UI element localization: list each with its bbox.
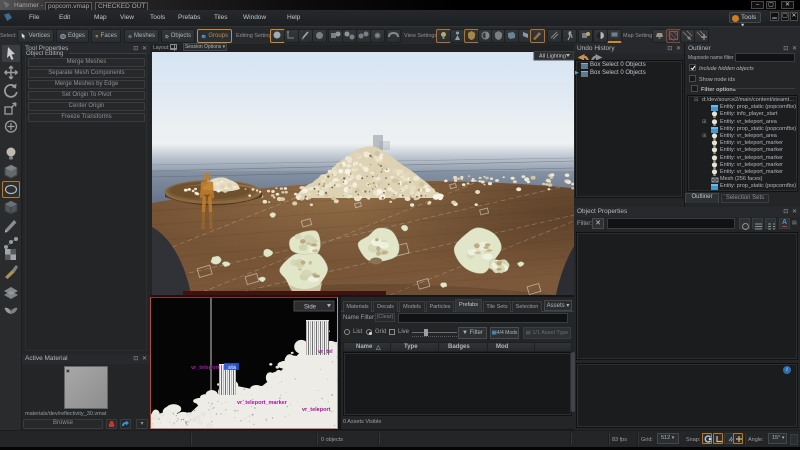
- svg-text:All Lighting: All Lighting: [539, 54, 566, 60]
- svg-text:vr_teleport: vr_teleport: [191, 365, 220, 371]
- svg-text:Side: Side: [304, 305, 317, 311]
- svg-text:_sta: _sta: [224, 365, 237, 371]
- svg-text:vr_tel: vr_tel: [318, 349, 333, 355]
- svg-text:vr_teleport_marker: vr_teleport_marker: [237, 400, 288, 406]
- svg-text:vr_teleport_: vr_teleport_: [302, 407, 334, 413]
